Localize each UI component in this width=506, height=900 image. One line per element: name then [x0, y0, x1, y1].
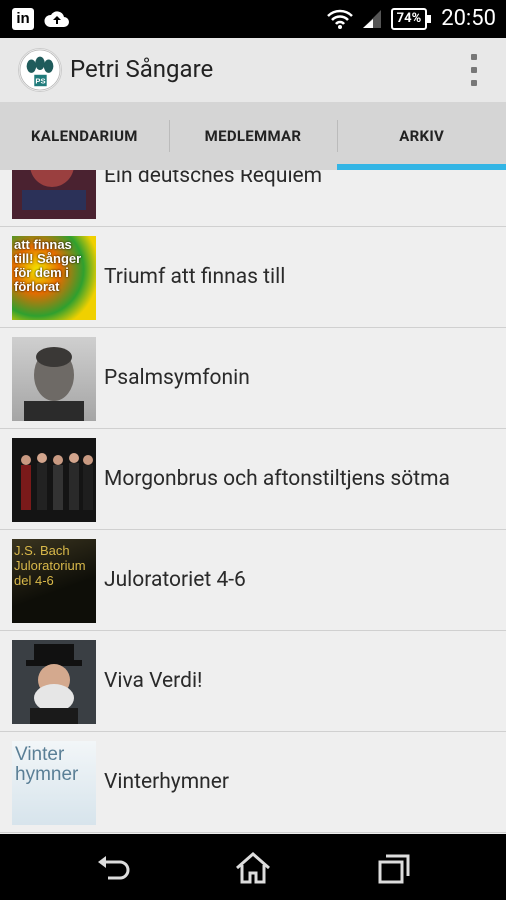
app-logo[interactable]: PS — [18, 48, 62, 92]
list-item[interactable]: Vinter hymner Vinterhymner — [0, 732, 506, 833]
app-title: Petri Sångare — [70, 55, 214, 83]
list-item[interactable]: J.S. Bach Juloratorium del 4-6 Julorator… — [0, 530, 506, 631]
wifi-icon — [326, 9, 353, 29]
list-item-title: Juloratoriet 4-6 — [104, 568, 246, 592]
navigation-bar — [0, 834, 506, 900]
vinter-cover-text: Vinter hymner — [15, 744, 79, 785]
triumf-cover-thumbnail: att finnas till! Sånger för dem i förlor… — [12, 236, 96, 320]
action-bar: PS Petri Sångare — [0, 38, 506, 102]
triumf-cover-text: att finnas till! Sånger för dem i förlor… — [14, 237, 82, 294]
tab-kalendarium[interactable]: KALENDARIUM — [0, 102, 169, 170]
signal-icon — [362, 9, 381, 28]
tab-bar: KALENDARIUM MEDLEMMAR ARKIV — [0, 102, 506, 170]
battery-icon: 74% — [390, 7, 431, 30]
bach-cover-text: J.S. Bach Juloratorium del 4-6 — [14, 543, 86, 588]
list-item[interactable]: att finnas till! Sånger för dem i förlor… — [0, 227, 506, 328]
vinterhymner-cover-thumbnail: Vinter hymner — [12, 741, 96, 825]
stravinsky-portrait-thumbnail — [12, 337, 96, 421]
list-item-title: Vinterhymner — [104, 770, 229, 794]
svg-text:PS: PS — [35, 76, 45, 85]
overflow-menu-icon[interactable] — [470, 54, 478, 86]
recents-icon[interactable] — [374, 848, 414, 888]
back-icon[interactable] — [94, 848, 134, 888]
list-item[interactable]: Psalmsymfonin — [0, 328, 506, 429]
list-item-title: Ein deutsches Requiem — [104, 170, 323, 188]
list-item[interactable]: Morgonbrus och aftonstiltjens sötma — [0, 429, 506, 530]
linkedin-icon: in — [12, 8, 34, 30]
archive-list[interactable]: Ein deutsches Requiem att finnas till! S… — [0, 170, 506, 834]
list-item-title: Morgonbrus och aftonstiltjens sötma — [104, 467, 450, 491]
list-item-title: Triumf att finnas till — [104, 265, 286, 289]
tab-medlemmar[interactable]: MEDLEMMAR — [168, 102, 338, 170]
status-bar: in 74% 20:50 — [0, 0, 506, 38]
list-item-title: Psalmsymfonin — [104, 366, 250, 390]
requiem-cover-thumbnail — [12, 170, 96, 219]
cloud-upload-icon — [44, 11, 69, 27]
choir-photo-thumbnail — [12, 438, 96, 522]
bach-cover-thumbnail: J.S. Bach Juloratorium del 4-6 — [12, 539, 96, 623]
verdi-portrait-thumbnail — [12, 640, 96, 724]
clock: 20:50 — [441, 6, 496, 31]
home-icon[interactable] — [233, 848, 273, 888]
tab-arkiv[interactable]: ARKIV — [337, 102, 506, 170]
list-item[interactable]: Ein deutsches Requiem — [0, 170, 506, 227]
list-item-title: Viva Verdi! — [104, 669, 203, 693]
list-item[interactable]: Viva Verdi! — [0, 631, 506, 732]
battery-level: 74% — [396, 10, 422, 26]
